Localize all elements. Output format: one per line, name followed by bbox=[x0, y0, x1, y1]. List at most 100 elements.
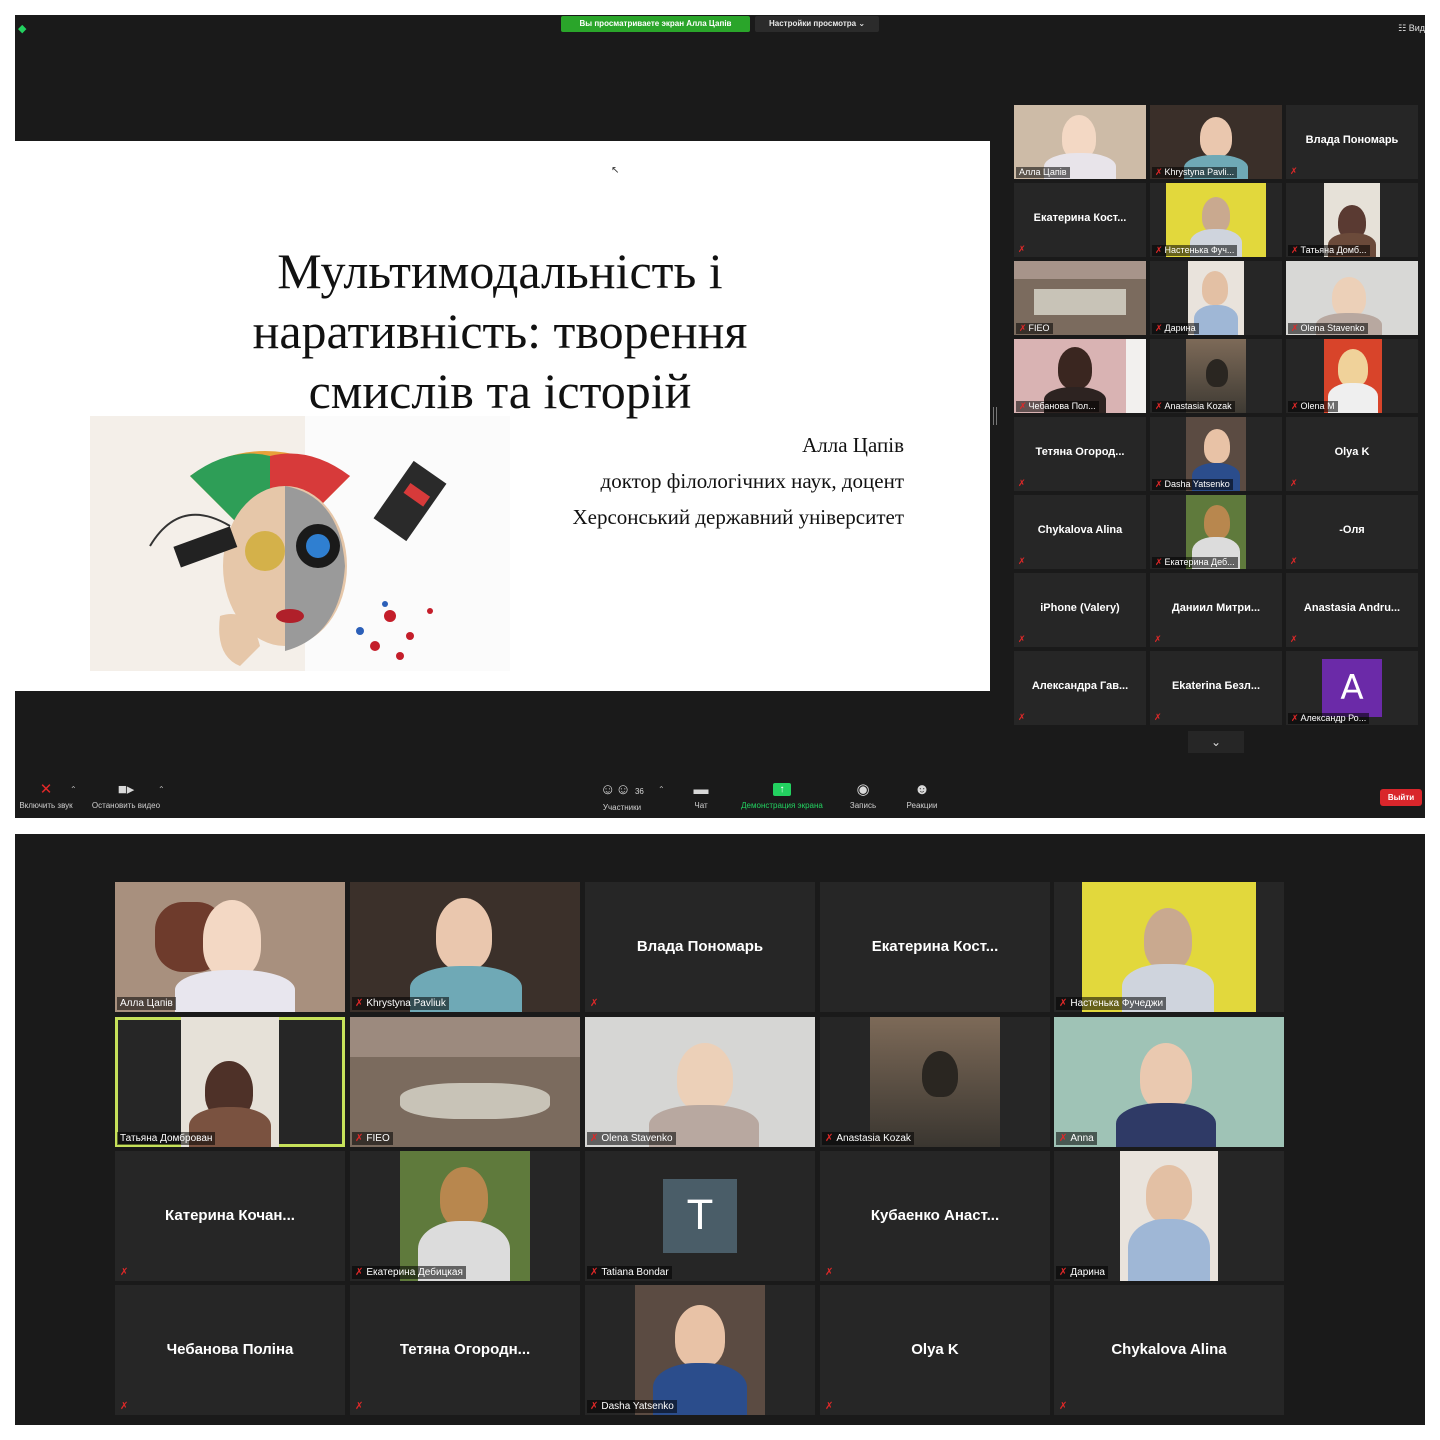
mic-muted-icon: ✗ bbox=[1154, 634, 1162, 644]
gallery-tile[interactable]: ✗ Dasha Yatsenko bbox=[585, 1285, 815, 1415]
gallery-tile[interactable]: iPhone (Valery) ✗ bbox=[1014, 573, 1146, 647]
gallery-tile[interactable]: T ✗ Tatiana Bondar bbox=[585, 1151, 815, 1281]
mic-muted-icon: ✗ bbox=[590, 1401, 599, 1412]
gallery-tile[interactable]: ✗ Anastasia Kozak bbox=[1150, 339, 1282, 413]
gallery-tile[interactable]: Влада Пономарь ✗ bbox=[1286, 105, 1418, 179]
unmute-button[interactable]: ✕ Включить звук bbox=[15, 781, 77, 810]
gallery-tile[interactable]: Chykalova Alina ✗ bbox=[1054, 1285, 1284, 1415]
gallery-tile[interactable]: ✗ Екатерина Деб... bbox=[1150, 495, 1282, 569]
mic-muted-icon: ✗ bbox=[1059, 1133, 1068, 1144]
participants-options-caret[interactable]: ⌃ bbox=[658, 785, 665, 794]
gallery-tile[interactable]: Кубаенко Анаст... ✗ bbox=[820, 1151, 1050, 1281]
gallery-tile[interactable]: ✗ Чебанова Пол... bbox=[1014, 339, 1146, 413]
mic-muted-icon: ✗ bbox=[1059, 1401, 1068, 1412]
mic-muted-icon: ✗ bbox=[1291, 713, 1299, 723]
share-screen-button[interactable]: ↑ Демонстрация экрана bbox=[733, 781, 831, 810]
gallery-tile[interactable]: Ekaterina Безл... ✗ bbox=[1150, 651, 1282, 725]
gallery-tile[interactable]: ✗ Dasha Yatsenko bbox=[1150, 417, 1282, 491]
gallery-tile[interactable]: Алла Цапів bbox=[115, 882, 345, 1012]
gallery-tile[interactable]: Olya K ✗ bbox=[1286, 417, 1418, 491]
participant-name: Даниил Митри... bbox=[1171, 602, 1261, 614]
gallery-tile[interactable]: ✗ Настенька Фуч... bbox=[1150, 183, 1282, 257]
gallery-tile[interactable]: Татьяна Домброван bbox=[115, 1017, 345, 1147]
mic-muted-icon: ✗ bbox=[355, 1401, 364, 1412]
participant-name: Olya K bbox=[911, 1341, 959, 1358]
video-options-caret[interactable]: ⌃ bbox=[158, 785, 165, 794]
gallery-tile[interactable]: ✗ Настенька Фучеджи bbox=[1054, 882, 1284, 1012]
gallery-tile[interactable]: Екатерина Кост... bbox=[820, 882, 1050, 1012]
gallery-tile[interactable]: Olya K ✗ bbox=[820, 1285, 1050, 1415]
gallery-tile[interactable]: ✗ Anna bbox=[1054, 1017, 1284, 1147]
tile-name-label: ✗ Екатерина Дебицкая bbox=[352, 1266, 466, 1279]
tile-name-label: ✗ Anna bbox=[1056, 1132, 1097, 1145]
gallery-tile[interactable]: ✗ Olena M bbox=[1286, 339, 1418, 413]
chat-button[interactable]: ▬ Чат bbox=[683, 781, 719, 810]
gallery-tile[interactable]: -Оля ✗ bbox=[1286, 495, 1418, 569]
gallery-tile[interactable]: Чебанова Поліна ✗ bbox=[115, 1285, 345, 1415]
tile-name-label: ✗ Dasha Yatsenko bbox=[1152, 479, 1233, 490]
mic-muted-icon: ✗ bbox=[1291, 245, 1299, 255]
stop-video-button[interactable]: ■▸ Остановить видео bbox=[87, 781, 165, 810]
tile-name-label: ✗ FIEO bbox=[352, 1132, 393, 1145]
participant-name: Olya K bbox=[1334, 446, 1370, 458]
meeting-toolbar: ✕ Включить звук ⌃ ■▸ Остановить видео ⌃ … bbox=[15, 773, 1425, 818]
tile-name-label: Алла Цапів bbox=[117, 997, 176, 1010]
gallery-tile[interactable]: ✗ Olena Stavenko bbox=[585, 1017, 815, 1147]
leave-meeting-button[interactable]: Выйти bbox=[1380, 789, 1422, 806]
mic-muted-icon: ✗ bbox=[1059, 1267, 1068, 1278]
shared-slide: ↖ Мультимодальність і наративність: твор… bbox=[15, 141, 990, 691]
gallery-tile[interactable]: ✗ Татьяна Домб... bbox=[1286, 183, 1418, 257]
reactions-button[interactable]: ☻ Реакции bbox=[901, 781, 943, 810]
participant-name: Anastasia Andru... bbox=[1303, 602, 1401, 614]
gallery-tile[interactable]: Александра Гав... ✗ bbox=[1014, 651, 1146, 725]
gallery-tile[interactable]: Алла Цапів bbox=[1014, 105, 1146, 179]
gallery-tile[interactable]: Екатерина Кост... ✗ bbox=[1014, 183, 1146, 257]
tile-name-label: ✗ Настенька Фучеджи bbox=[1056, 997, 1167, 1010]
gallery-tile[interactable]: ✗ FIEO bbox=[1014, 261, 1146, 335]
split-view-handle[interactable] bbox=[993, 407, 997, 425]
gallery-tile[interactable]: ✗ Екатерина Дебицкая bbox=[350, 1151, 580, 1281]
gallery-tile[interactable]: Тетяна Огород... ✗ bbox=[1014, 417, 1146, 491]
video-feed bbox=[1120, 1151, 1218, 1281]
video-feed bbox=[181, 1017, 279, 1147]
gallery-tile[interactable]: ✗ FIEO bbox=[350, 1017, 580, 1147]
view-toggle-button[interactable]: ☷ Вид bbox=[1398, 23, 1425, 34]
mic-muted-icon: ✗ bbox=[1155, 245, 1163, 255]
chevron-down-icon[interactable]: ⌄ bbox=[1188, 731, 1244, 753]
record-button[interactable]: ◉ Запись bbox=[843, 781, 883, 810]
gallery-tile[interactable]: ✗ Khrystyna Pavli... bbox=[1150, 105, 1282, 179]
gallery-tile[interactable]: Chykalova Alina ✗ bbox=[1014, 495, 1146, 569]
video-feed bbox=[1082, 882, 1256, 1012]
gallery-tile[interactable]: ✗ Olena Stavenko bbox=[1286, 261, 1418, 335]
view-options-dropdown[interactable]: Настройки просмотра ⌄ bbox=[755, 16, 879, 32]
mic-muted-icon: ✗ bbox=[1018, 244, 1026, 254]
tile-name-label: ✗ Настенька Фуч... bbox=[1152, 245, 1238, 256]
security-shield-icon[interactable]: ◆ bbox=[18, 23, 28, 35]
gallery-tile[interactable]: ✗ Khrystyna Pavliuk bbox=[350, 882, 580, 1012]
mic-muted-icon: ✗ bbox=[1018, 478, 1026, 488]
tile-name-label: ✗ Olena Stavenko bbox=[1288, 323, 1368, 334]
video-feed bbox=[870, 1017, 1000, 1147]
gallery-tile[interactable]: Тетяна Огородн... ✗ bbox=[350, 1285, 580, 1415]
gallery-tile[interactable]: Anastasia Andru... ✗ bbox=[1286, 573, 1418, 647]
gallery-tile[interactable]: ✗ Дарина bbox=[1150, 261, 1282, 335]
mic-muted-icon: ✗ bbox=[590, 1267, 599, 1278]
tile-name-label: ✗ Александр Ро... bbox=[1288, 713, 1370, 724]
mic-muted-icon: ✗ bbox=[1154, 712, 1162, 722]
mic-muted-icon: ✗ bbox=[825, 1401, 834, 1412]
gallery-tile[interactable]: A ✗ Александр Ро... bbox=[1286, 651, 1418, 725]
participant-name: Катерина Кочан... bbox=[165, 1207, 295, 1224]
participants-button[interactable]: ☺☺ 36 Участники bbox=[597, 781, 647, 812]
participant-name: Влада Пономарь bbox=[636, 938, 764, 955]
gallery-tile[interactable]: ✗ Дарина bbox=[1054, 1151, 1284, 1281]
participant-name: iPhone (Valery) bbox=[1040, 602, 1120, 614]
avatar: T bbox=[663, 1179, 737, 1253]
gallery-tile[interactable]: ✗ Anastasia Kozak bbox=[820, 1017, 1050, 1147]
participant-name: -Оля bbox=[1339, 524, 1365, 536]
gallery-tile[interactable]: Даниил Митри... ✗ bbox=[1150, 573, 1282, 647]
participant-name: Тетяна Огород... bbox=[1035, 446, 1125, 458]
video-camera-icon: ■▸ bbox=[117, 781, 135, 798]
gallery-tile[interactable]: Катерина Кочан... ✗ bbox=[115, 1151, 345, 1281]
audio-options-caret[interactable]: ⌃ bbox=[70, 785, 77, 794]
gallery-tile[interactable]: Влада Пономарь ✗ bbox=[585, 882, 815, 1012]
